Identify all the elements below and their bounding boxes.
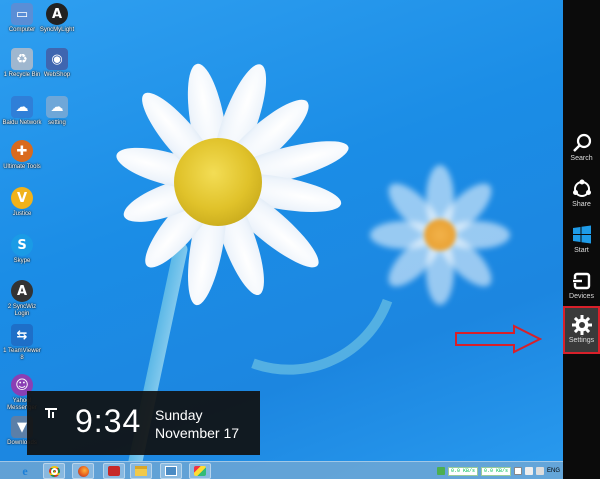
charm-settings[interactable]: Settings	[563, 306, 600, 354]
devices-icon	[571, 272, 590, 290]
charm-label: Search	[570, 155, 593, 162]
desktop-icon-ultimate-tools[interactable]: ✚ Ultimate Tools	[2, 140, 42, 171]
desktop-icon-label: Baidu Network	[2, 120, 42, 126]
desktop-icon-teamviewer[interactable]: ⇆ 1 TeamViewer 8	[2, 324, 42, 362]
taskbar-chrome-button[interactable]	[43, 463, 65, 479]
desktop-icon-label: Skype	[13, 258, 31, 264]
taskbar: e 0.0 KB/s 0.0 KB/s ENG	[0, 461, 563, 479]
network-status-icon	[45, 408, 57, 418]
sync-icon: A	[46, 3, 68, 25]
input-language[interactable]: ENG	[547, 468, 560, 474]
desktop-icon-syncmylight[interactable]: A SyncMyLight	[37, 3, 77, 34]
clock-day: Sunday	[155, 407, 203, 423]
charms-clock-overlay: 9:34 Sunday November 17	[27, 391, 260, 455]
network-icon: ☁	[11, 96, 33, 118]
desktop-icon-label: WebShop	[43, 72, 71, 78]
volume-icon[interactable]	[524, 467, 533, 475]
download-speed: 0.0 KB/s	[480, 466, 511, 476]
charm-start[interactable]: Start	[563, 220, 600, 264]
taskbar-firefox-button[interactable]	[72, 463, 94, 479]
system-tray: 0.0 KB/s 0.0 KB/s ENG	[436, 462, 563, 479]
desktop-icon-label: Computer	[8, 27, 36, 33]
desktop-icon-setting[interactable]: ☁ setting	[37, 96, 77, 127]
desktop-icon-label: Ultimate Tools	[3, 164, 41, 170]
taskbar-ie-button[interactable]: e	[14, 463, 36, 479]
desktop-icon-computer[interactable]: ▭ Computer	[2, 3, 42, 34]
setting-shortcut-icon: ☁	[46, 96, 68, 118]
desktop-icon-justice[interactable]: V Justice	[2, 187, 42, 218]
taskbar-app-button[interactable]	[103, 463, 125, 479]
file-explorer-icon	[135, 466, 147, 476]
computer-icon: ▭	[11, 3, 33, 25]
justice-icon: V	[11, 187, 33, 209]
teamviewer-icon: ⇆	[11, 324, 33, 346]
skype-icon: S	[11, 234, 33, 256]
desktop-icon-label: 1 Recycle Bin	[3, 72, 41, 78]
taskbar-paint-button[interactable]	[189, 463, 211, 479]
clock-date: November 17	[155, 425, 240, 441]
desktop-icon-recycle-bin[interactable]: ♻ 1 Recycle Bin	[2, 48, 42, 79]
desktop-icon-webshop[interactable]: ◉ WebShop	[37, 48, 77, 79]
desktop-icon-label: setting	[48, 120, 66, 126]
recycle-bin-icon: ♻	[11, 48, 33, 70]
flag-icon[interactable]	[513, 467, 522, 475]
desktop-icon-baidu-network[interactable]: ☁ Baidu Network	[2, 96, 42, 127]
tray-app-icon[interactable]	[436, 467, 445, 475]
tools-icon: ✚	[11, 140, 33, 162]
login-icon: A	[11, 280, 33, 302]
desktop-icon-label: Justice	[12, 211, 32, 217]
charm-devices[interactable]: Devices	[563, 266, 600, 310]
desktop-icon-label: SyncMyLight	[39, 27, 75, 33]
app-red-icon	[108, 466, 120, 476]
media-icon	[165, 466, 177, 476]
internet-explorer-icon: e	[22, 463, 28, 478]
pointer-arrow-annotation	[455, 324, 542, 354]
taskbar-media-button[interactable]	[160, 463, 182, 479]
gear-icon	[571, 315, 592, 335]
charm-label: Start	[574, 247, 589, 254]
share-icon	[572, 179, 591, 197]
taskbar-explorer-button[interactable]	[130, 463, 152, 479]
desktop-icon-syncwiz-login[interactable]: A 2 SyncWiz Login	[2, 280, 42, 318]
chrome-icon	[48, 465, 60, 477]
clock-time: 9:34	[75, 403, 142, 439]
desktop-icon-label: 1 TeamViewer 8	[3, 348, 41, 361]
charm-label: Settings	[568, 337, 595, 344]
upload-speed: 0.0 KB/s	[447, 466, 478, 476]
charm-label: Share	[572, 201, 591, 208]
network-icon[interactable]	[535, 467, 544, 475]
windows-start-icon	[572, 225, 591, 244]
paint-icon	[194, 466, 206, 476]
charm-label: Devices	[569, 293, 594, 300]
charms-bar: Search Share Start Devices Settings	[563, 0, 600, 479]
charm-search[interactable]: Search	[563, 128, 600, 172]
search-icon	[572, 133, 591, 152]
web-icon: ◉	[46, 48, 68, 70]
charm-share[interactable]: Share	[563, 174, 600, 218]
desktop-icon-label: 2 SyncWiz Login	[7, 304, 37, 317]
firefox-icon	[77, 465, 89, 477]
desktop-icon-skype[interactable]: S Skype	[2, 234, 42, 265]
